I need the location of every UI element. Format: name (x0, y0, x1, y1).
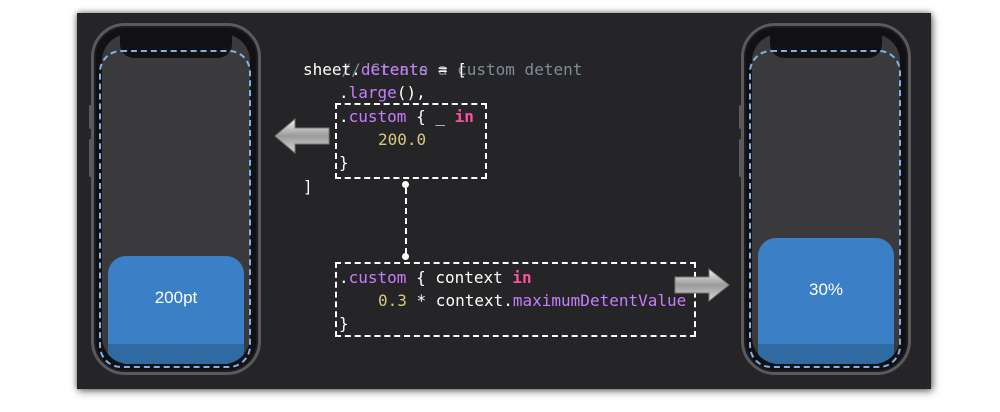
code-line-value: 200.0 (378, 128, 426, 151)
code-large: large (348, 83, 397, 102)
left-phone: 200pt (91, 23, 261, 375)
code-in-keyword: in (512, 268, 532, 287)
code-line-large: .large(), (339, 81, 426, 104)
code-brace-close: } (339, 314, 349, 333)
code-dot: . (339, 268, 349, 287)
code-custom: custom (348, 268, 407, 287)
sheet-label: 200pt (154, 288, 198, 307)
sheet-bottom-bar (758, 344, 894, 364)
code-custom: custom (348, 107, 407, 126)
code-detents: detents (360, 60, 429, 79)
code-value-200: 200.0 (378, 130, 427, 149)
sheet-bottom-bar (108, 344, 244, 364)
code-factor: 0.3 (378, 291, 407, 310)
phone-screen: 30% (752, 34, 900, 364)
arrow-left-icon (274, 117, 330, 155)
code-line-custom1: .custom { _ in (339, 105, 474, 128)
code-brace-open: { _ (406, 107, 455, 126)
diagram-panel: 200pt // Create a custom detent sheet.de… (77, 13, 931, 389)
code-dot: . (339, 83, 349, 102)
code-line-close1: } (339, 151, 349, 174)
code-brace-close: } (339, 153, 349, 172)
code-line-close2: } (339, 312, 349, 335)
code-line-detents: sheet.detents = [ (303, 58, 467, 81)
right-phone: 30% (741, 23, 911, 375)
sheet-30-percent: 30% (758, 238, 894, 364)
code-line-closing: ] (303, 175, 313, 198)
sheet-label: 30% (808, 280, 844, 299)
connector-dot-top (402, 181, 409, 188)
code-dot: . (351, 60, 361, 79)
code-assign: = [ (428, 60, 467, 79)
phone-notch (120, 34, 232, 58)
sheet-200pt: 200pt (108, 256, 244, 364)
code-line-factor: 0.3 * context.maximumDetentValue (378, 289, 686, 312)
code-line-custom2: .custom { context in (339, 266, 532, 289)
code-in-keyword: in (454, 107, 474, 126)
arrow-right-icon (674, 267, 730, 303)
code-closing-bracket: ] (303, 177, 313, 196)
code-large-tail: (), (396, 83, 426, 102)
code-times-context: * context. (406, 291, 513, 310)
connector-dot-bottom (402, 253, 409, 260)
phone-notch (770, 34, 882, 58)
code-max-detent-value: maximumDetentValue (512, 291, 687, 310)
code-sheet: sheet (303, 60, 352, 79)
code-brace-open: { context (406, 268, 513, 287)
code-dot: . (339, 107, 349, 126)
phone-screen: 200pt (102, 34, 250, 364)
connector-line (405, 188, 407, 254)
